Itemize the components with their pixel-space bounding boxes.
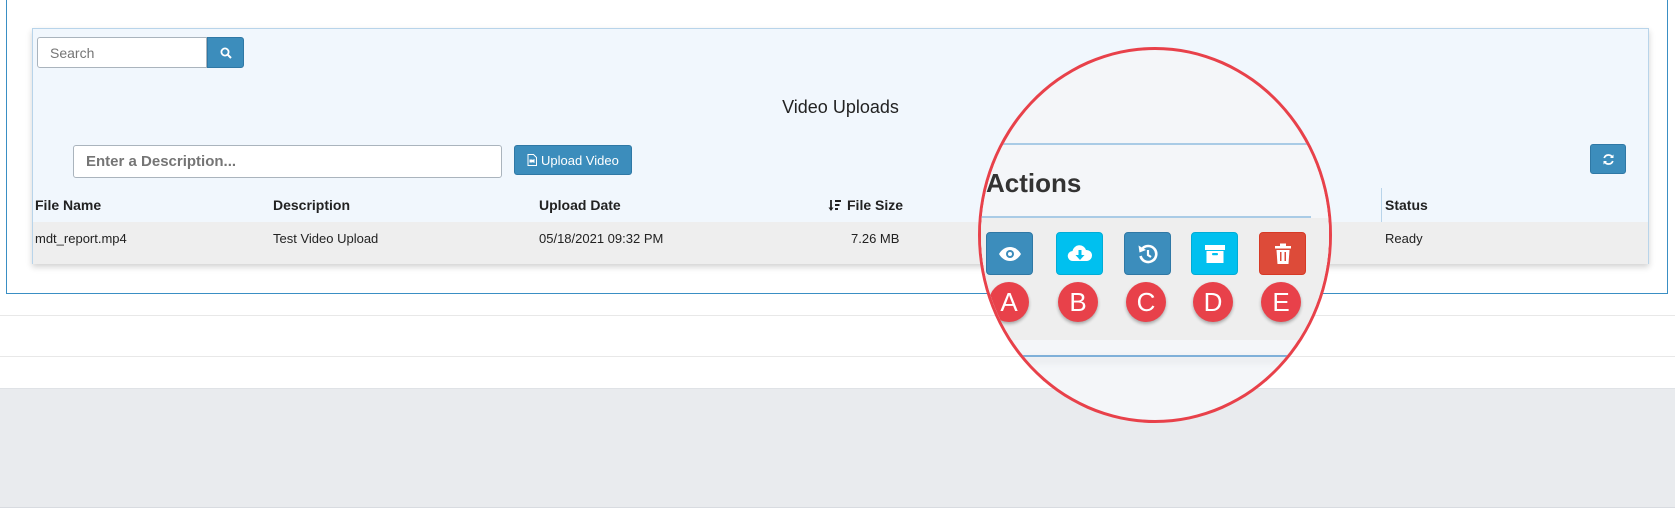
cell-file-name: mdt_report.mp4 (35, 231, 127, 246)
eye-icon (998, 246, 1022, 262)
archive-button[interactable] (1191, 232, 1238, 275)
column-header-description[interactable]: Description (273, 188, 350, 222)
table-header: File Name Description Upload Date File S… (33, 188, 1648, 223)
callout-label-b: B (1058, 282, 1098, 322)
column-header-upload-date[interactable]: Upload Date (539, 188, 621, 222)
callout-label-d: D (1193, 282, 1233, 322)
actions-column-title: Actions (986, 168, 1082, 198)
refresh-icon (1602, 153, 1615, 166)
callout-label-e: E (1261, 282, 1301, 322)
column-header-status[interactable]: Status (1385, 188, 1428, 222)
view-button[interactable] (986, 232, 1033, 275)
search-button[interactable] (207, 37, 244, 68)
cell-status: Ready (1385, 231, 1423, 246)
file-video-icon (527, 154, 537, 166)
callout-label-a: A (989, 282, 1029, 322)
video-uploads-panel: Video Uploads Upload Video File Name Des… (32, 28, 1649, 264)
delete-button[interactable] (1259, 232, 1306, 275)
download-button[interactable] (1056, 232, 1103, 275)
archive-icon (1204, 244, 1226, 264)
column-divider (1381, 188, 1382, 222)
actions-magnifier-callout: Actions A B C D E (978, 47, 1332, 423)
history-button[interactable] (1124, 232, 1171, 275)
callout-label-c: C (1126, 282, 1166, 322)
history-icon (1137, 243, 1159, 265)
table-row: mdt_report.mp4 Test Video Upload 05/18/2… (33, 222, 1648, 264)
column-header-file-size-label: File Size (847, 197, 904, 213)
divider (0, 356, 1675, 357)
sort-desc-icon (828, 199, 841, 212)
description-input[interactable] (73, 145, 502, 178)
search-icon (220, 47, 232, 59)
search-input[interactable] (37, 37, 207, 68)
refresh-button[interactable] (1590, 144, 1626, 174)
divider (0, 315, 1675, 316)
search-row (33, 29, 1648, 81)
column-header-file-name[interactable]: File Name (35, 188, 101, 222)
cell-description: Test Video Upload (273, 231, 379, 246)
footer-band (0, 388, 1675, 508)
panel-title: Video Uploads (33, 80, 1648, 137)
upload-row: Upload Video (33, 136, 1648, 189)
trash-icon (1274, 243, 1292, 265)
callout-divider (981, 355, 1329, 357)
upload-video-label: Upload Video (541, 152, 619, 168)
cell-upload-date: 05/18/2021 09:32 PM (539, 231, 664, 246)
upload-video-button[interactable]: Upload Video (514, 145, 632, 175)
column-header-file-size[interactable]: File Size (828, 188, 903, 222)
cell-file-size: 7.26 MB (851, 231, 900, 246)
cloud-download-icon (1067, 244, 1093, 264)
